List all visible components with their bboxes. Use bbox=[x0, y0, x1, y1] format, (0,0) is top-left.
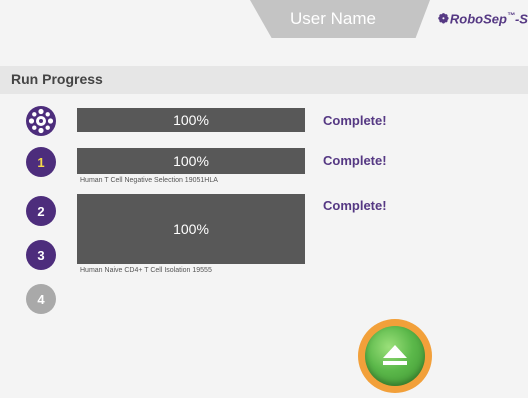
eject-icon bbox=[383, 345, 407, 365]
step-4-indicator[interactable]: 4 bbox=[26, 284, 56, 314]
step-2-indicator[interactable]: 2 bbox=[26, 196, 56, 226]
carousel-icon bbox=[26, 106, 56, 136]
logo-suffix: -S bbox=[514, 11, 528, 27]
progress-bar-protocol-1: 100% bbox=[77, 148, 305, 174]
progress-bar-carousel: 100% bbox=[77, 108, 305, 132]
section-title-bar: Run Progress bbox=[0, 66, 528, 94]
step-number: 3 bbox=[37, 247, 45, 263]
logo-emblem-icon: ❁ bbox=[438, 11, 449, 27]
logo-text: RoboSep bbox=[449, 11, 507, 27]
protocol-name-2: Human Naive CD4+ T Cell Isolation 19555 bbox=[80, 267, 212, 274]
step-number: 2 bbox=[37, 203, 45, 219]
status-text-protocol-2: Complete! bbox=[323, 198, 387, 213]
robosep-logo: ❁RoboSep™-S bbox=[438, 11, 528, 27]
user-name[interactable]: User Name bbox=[290, 9, 410, 29]
progress-percent: 100% bbox=[173, 112, 209, 128]
step-1-indicator[interactable]: 1 bbox=[26, 147, 56, 177]
status-text-carousel: Complete! bbox=[323, 113, 387, 128]
progress-percent: 100% bbox=[173, 153, 209, 169]
protocol-name-1: Human T Cell Negative Selection 19051HLA bbox=[80, 177, 218, 184]
step-3-indicator[interactable]: 3 bbox=[26, 240, 56, 270]
status-text-protocol-1: Complete! bbox=[323, 153, 387, 168]
step-number: 1 bbox=[37, 154, 45, 170]
step-number: 4 bbox=[37, 291, 45, 307]
progress-bar-protocol-2: 100% bbox=[77, 194, 305, 264]
page-title: Run Progress bbox=[11, 71, 103, 87]
progress-percent: 100% bbox=[173, 221, 209, 237]
app-header: User Name ❁RoboSep™-S bbox=[0, 0, 528, 62]
logo-superscript: ™ bbox=[506, 11, 515, 20]
